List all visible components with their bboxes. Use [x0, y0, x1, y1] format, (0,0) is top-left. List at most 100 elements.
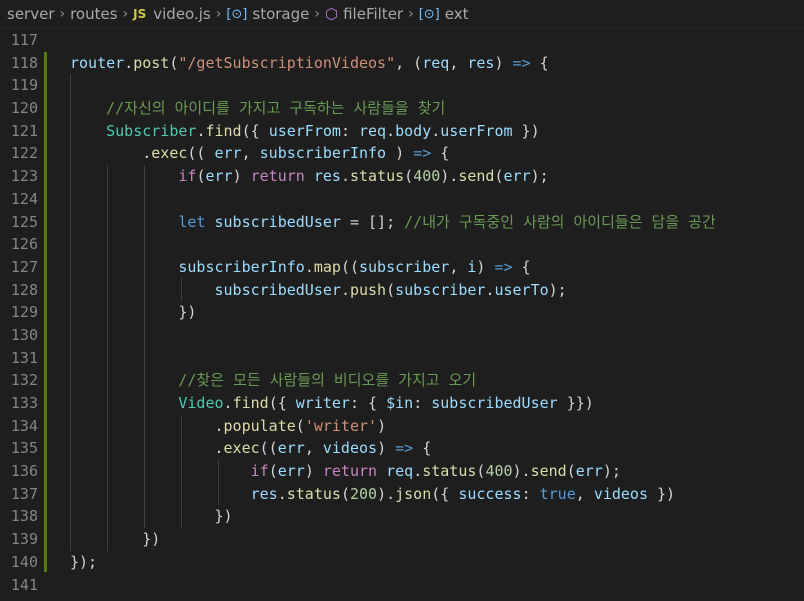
code-token: success — [458, 484, 522, 503]
breadcrumb-routes[interactable]: routes — [70, 5, 117, 23]
breadcrumb-storage[interactable]: [⊙] storage — [226, 5, 309, 23]
line-number: 125 — [10, 212, 38, 231]
code-line[interactable]: subscribedUser.push(subscriber.userTo); — [70, 279, 804, 302]
line-number: 136 — [10, 462, 38, 481]
code-token: }) — [70, 303, 197, 322]
code-token: ); — [602, 462, 621, 481]
code-line[interactable]: }); — [70, 551, 804, 574]
code-token: err — [277, 439, 305, 458]
line-number: 139 — [10, 530, 38, 549]
code-token: , — [449, 257, 468, 276]
code-token: Video — [178, 394, 224, 412]
chevron-right-icon: › — [215, 6, 222, 22]
code-token: req — [386, 462, 414, 481]
breadcrumb-label: video.js — [153, 5, 211, 23]
code-token: 400 — [413, 167, 441, 186]
code-editor[interactable]: 117 118 119 120 121 122 123 124 125 126 127 128 129 1… — [0, 29, 804, 601]
code-token: ( — [566, 462, 576, 481]
code-line[interactable]: }) — [70, 301, 804, 324]
code-token: find — [205, 121, 242, 140]
code-line[interactable] — [70, 74, 804, 97]
code-token: ( — [386, 280, 396, 299]
code-line[interactable]: //자신의 아이디를 가지고 구독하는 사람들을 찾기 — [70, 97, 804, 120]
line-number: 124 — [10, 189, 38, 208]
code-token: . — [277, 484, 287, 503]
code-line[interactable]: res.status(200).json({ success: true, vi… — [70, 483, 804, 506]
breadcrumb-video-js[interactable]: JS video.js — [133, 5, 211, 23]
code-token: userFrom — [440, 121, 513, 140]
code-token: : { — [349, 394, 387, 412]
code-token: //찾은 모든 사람들의 비디오를 가지고 오기 — [178, 371, 477, 390]
breadcrumb-label: storage — [252, 5, 310, 23]
code-token: ) — [377, 416, 387, 435]
code-line[interactable]: if(err) return req.status(400).send(err)… — [70, 460, 804, 483]
code-token: userTo — [494, 280, 549, 299]
code-token: err — [205, 167, 233, 186]
line-number: 118 — [10, 53, 38, 72]
code-line[interactable] — [70, 29, 804, 52]
code-token: ). — [512, 462, 531, 481]
code-token: . — [340, 167, 350, 186]
code-line[interactable]: .exec((err, videos) => { — [70, 437, 804, 460]
code-token: if — [250, 462, 269, 481]
code-token: post — [133, 53, 170, 72]
breadcrumb-ext[interactable]: [⊙] ext — [419, 5, 469, 23]
code-token: let — [178, 212, 206, 231]
code-token: "/getSubscriptionVideos" — [178, 53, 396, 72]
code-token: err — [575, 462, 603, 481]
breadcrumb: server › routes › JS video.js › [⊙] storag… — [0, 0, 804, 29]
code-token: exec — [151, 144, 188, 163]
line-number: 138 — [10, 507, 38, 526]
code-line[interactable] — [70, 347, 804, 370]
code-line[interactable]: .exec(( err, subscriberInfo ) => { — [70, 142, 804, 165]
line-number-gutter: 117 118 119 120 121 122 123 124 125 126 127 128 129 1… — [0, 29, 40, 596]
code-token: ) — [304, 462, 323, 481]
code-token: ); — [548, 280, 567, 299]
code-line[interactable] — [70, 233, 804, 256]
code-line[interactable]: //찾은 모든 사람들의 비디오를 가지고 오기 — [70, 369, 804, 392]
code-line[interactable] — [70, 188, 804, 211]
code-line[interactable]: }) — [70, 505, 804, 528]
code-token: body — [395, 121, 432, 140]
breadcrumb-server[interactable]: server — [7, 5, 54, 23]
code-line[interactable]: subscriberInfo.map((subscriber, i) => { — [70, 256, 804, 279]
code-line[interactable]: router.post("/getSubscriptionVideos", (r… — [70, 52, 804, 75]
code-token: userFrom — [268, 121, 341, 140]
code-token: map — [313, 257, 341, 276]
code-token: = []; — [340, 212, 405, 231]
code-line[interactable]: .populate('writer') — [70, 415, 804, 438]
code-line[interactable] — [70, 324, 804, 347]
code-line[interactable]: Video.find({ writer: { $in: subscribedUs… — [70, 392, 804, 415]
code-token: populate — [223, 416, 296, 435]
code-line[interactable]: Subscriber.find({ userFrom: req.body.use… — [70, 120, 804, 143]
code-token: videos — [322, 439, 378, 458]
code-token: router — [70, 53, 125, 72]
code-line[interactable]: }) — [70, 528, 804, 551]
breadcrumb-filefilter[interactable]: ⬡ fileFilter — [325, 5, 403, 23]
code-token: : — [413, 394, 432, 412]
line-number: 132 — [10, 371, 38, 390]
code-area[interactable]: router.post("/getSubscriptionVideos", (r… — [70, 29, 804, 596]
code-token: subscriber — [395, 280, 486, 299]
code-token: ( — [340, 484, 350, 503]
chevron-right-icon: › — [314, 6, 320, 22]
breadcrumb-label: fileFilter — [343, 5, 404, 23]
code-token: . — [431, 121, 441, 140]
symbol-method-icon: ⬡ — [324, 5, 339, 23]
line-number: 141 — [10, 575, 38, 594]
code-token: . — [70, 416, 224, 435]
code-line[interactable]: if(err) return res.status(400).send(err)… — [70, 165, 804, 188]
code-token: : — [340, 121, 359, 140]
code-token: , ( — [395, 53, 423, 72]
code-token: //내가 구독중인 사람의 아이디들은 담을 공간 — [404, 212, 716, 231]
code-token: ) — [232, 167, 251, 186]
symbol-variable-icon: [⊙] — [226, 6, 248, 22]
code-line[interactable] — [70, 574, 804, 597]
code-line[interactable]: let subscribedUser = []; //내가 구독중인 사람의 아… — [70, 211, 804, 234]
